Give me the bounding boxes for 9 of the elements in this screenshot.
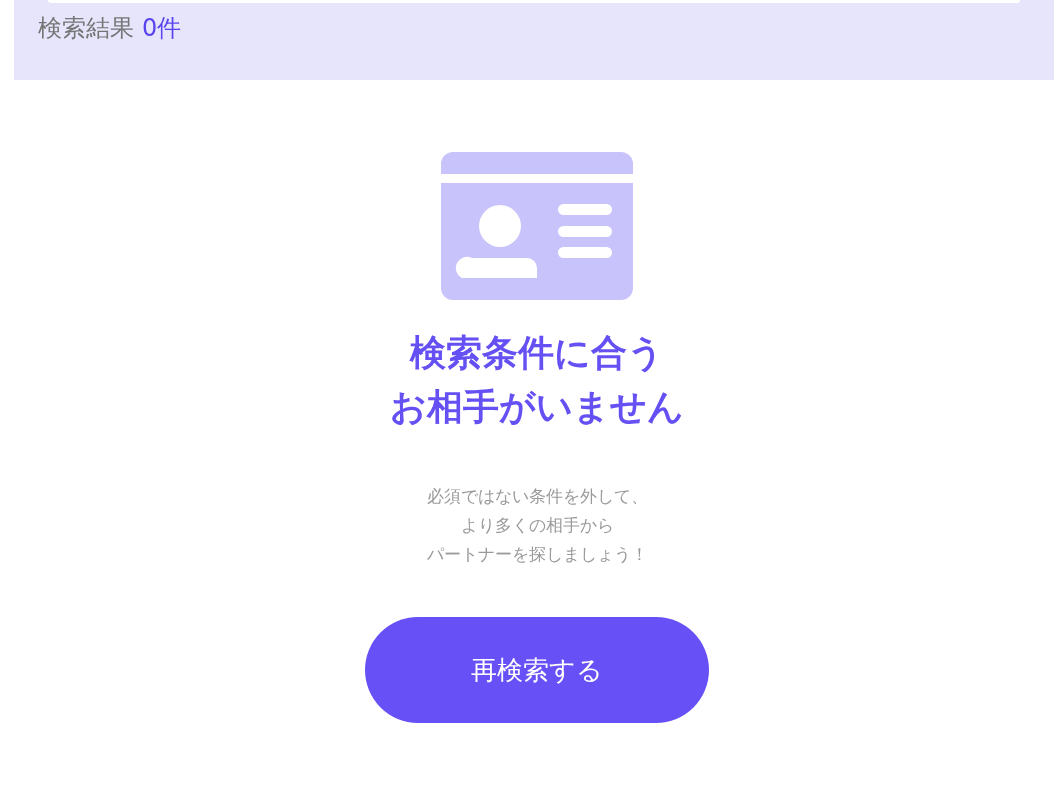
results-count: 0件	[142, 13, 182, 44]
id-card-icon	[441, 152, 633, 300]
empty-message: パートナーを探しましょう！	[426, 543, 648, 566]
search-again-button[interactable]: 再検索する	[365, 617, 709, 723]
empty-message: より多くの相手から	[460, 514, 614, 537]
empty-title: お相手がいません	[390, 385, 684, 429]
results-label: 検索結果	[38, 13, 134, 44]
empty-message: 必須ではない条件を外して、	[426, 485, 648, 508]
empty-title: 検索条件に合う	[410, 331, 664, 375]
